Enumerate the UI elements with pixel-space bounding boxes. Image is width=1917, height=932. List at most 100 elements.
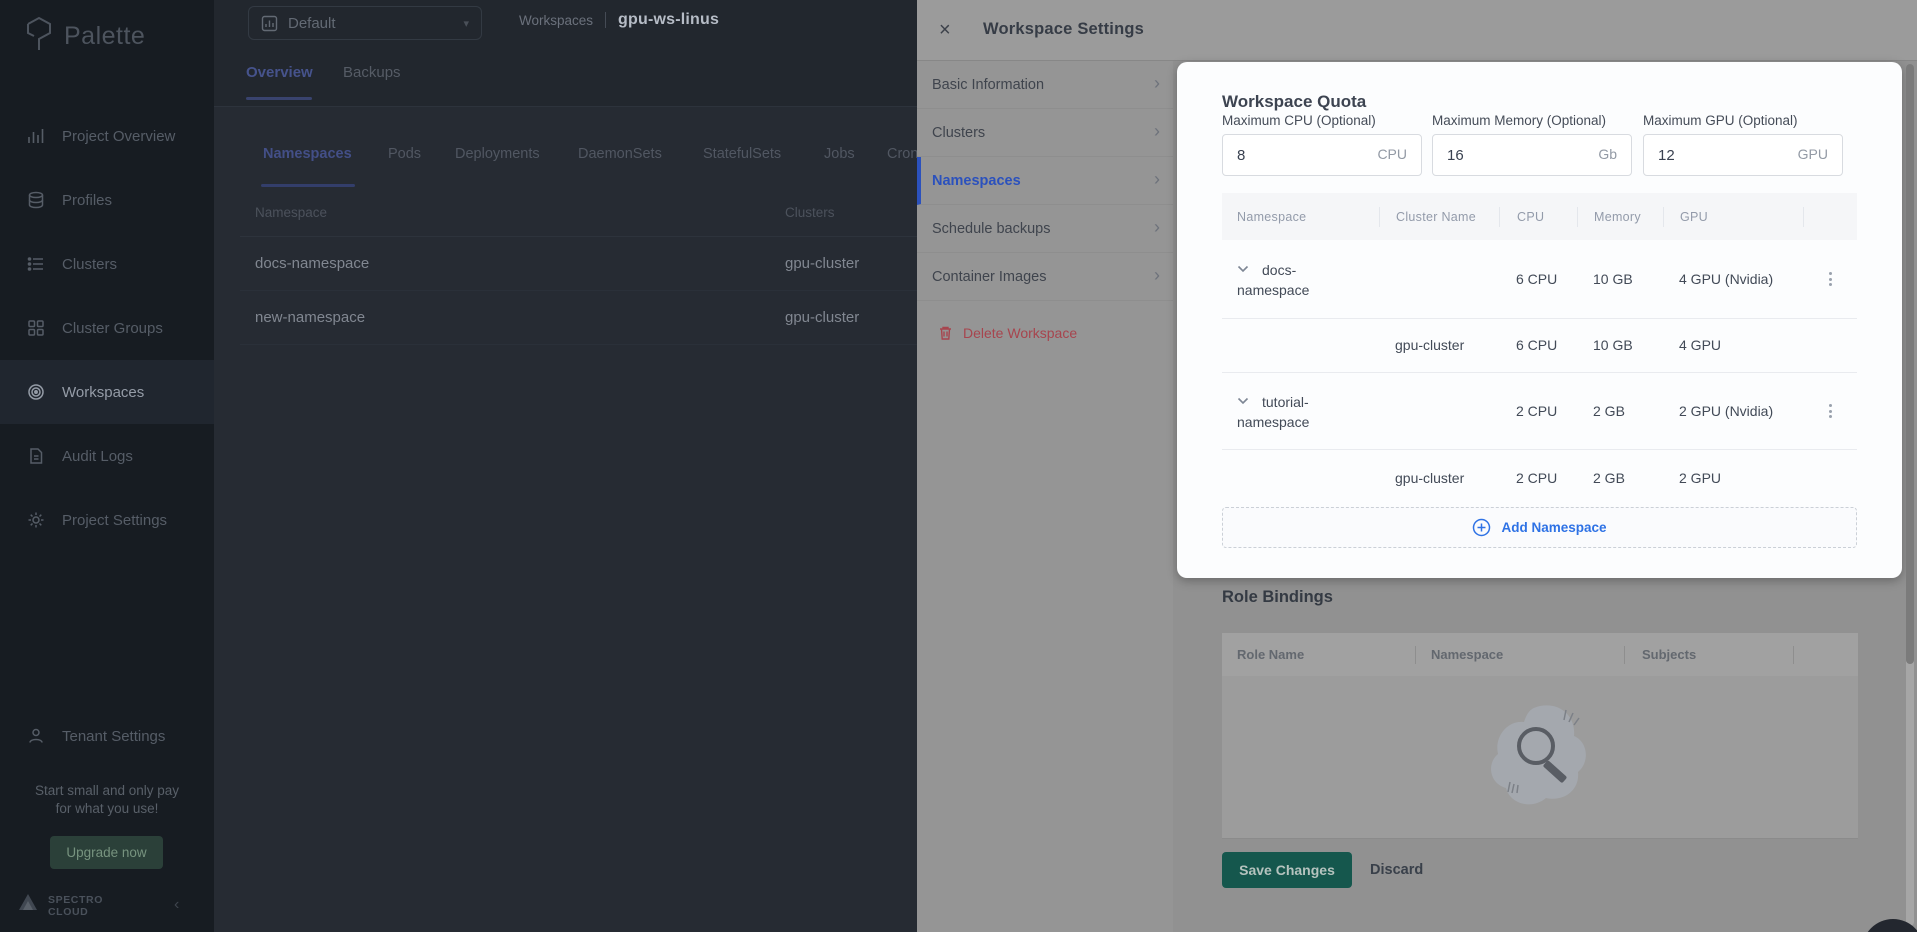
- project-icon: [261, 15, 278, 32]
- breadcrumb-section[interactable]: Workspaces: [519, 13, 593, 28]
- sidebar-item-clusters[interactable]: Clusters: [0, 232, 214, 296]
- menu-item-label: Clusters: [932, 125, 985, 141]
- column-header-actions: [1793, 646, 1858, 664]
- cluster-cell: gpu-cluster: [785, 309, 859, 326]
- tab-daemonsets[interactable]: DaemonSets: [578, 146, 662, 162]
- workspace-settings-drawer: × Workspace Settings Basic Information ›…: [917, 0, 1917, 932]
- document-icon: [26, 447, 46, 465]
- sidebar-item-project-settings[interactable]: Project Settings: [0, 488, 214, 552]
- chevron-right-icon: ›: [1154, 217, 1160, 238]
- sidebar-item-label: Audit Logs: [62, 448, 133, 465]
- palette-logo-icon: [24, 16, 54, 57]
- list-icon: [26, 255, 46, 273]
- discard-button[interactable]: Discard: [1370, 852, 1423, 888]
- spectro-cloud-text: SPECTRO CLOUD: [48, 894, 103, 918]
- memory-cell: 2 GB: [1577, 468, 1663, 488]
- menu-item-basic-information[interactable]: Basic Information ›: [917, 61, 1173, 109]
- menu-item-schedule-backups[interactable]: Schedule backups ›: [917, 205, 1173, 253]
- column-header-subjects: Subjects: [1624, 646, 1793, 664]
- sidebar-item-label: Clusters: [62, 256, 117, 273]
- row-menu-icon[interactable]: [1803, 404, 1857, 418]
- bar-chart-icon: [26, 127, 46, 145]
- namespace-quota-table: Namespace Cluster Name CPU Memory GPU do…: [1222, 193, 1857, 507]
- tab-statefulsets[interactable]: StatefulSets: [703, 146, 781, 162]
- sidebar-item-project-overview[interactable]: Project Overview: [0, 104, 214, 168]
- column-header-namespace: Namespace: [1415, 646, 1624, 664]
- chevron-down-icon[interactable]: [1237, 390, 1249, 410]
- max-gpu-input[interactable]: [1644, 135, 1774, 175]
- max-memory-input[interactable]: [1433, 135, 1563, 175]
- save-changes-button[interactable]: Save Changes: [1222, 852, 1352, 888]
- gpu-unit-label: GPU: [1798, 146, 1828, 162]
- sidebar: Palette Project Overview: [0, 0, 214, 932]
- drawer-body: Workspace Quota Maximum CPU (Optional) M…: [1173, 61, 1917, 932]
- plus-circle-icon: [1472, 518, 1491, 537]
- sidebar-item-profiles[interactable]: Profiles: [0, 168, 214, 232]
- menu-item-namespaces[interactable]: Namespaces ›: [917, 157, 1173, 205]
- gpu-cell: 2 GPU: [1663, 468, 1803, 488]
- tab-deployments[interactable]: Deployments: [455, 146, 540, 162]
- tab-namespaces[interactable]: Namespaces: [263, 146, 352, 162]
- column-header-cpu: CPU: [1499, 207, 1577, 227]
- chevron-right-icon: ›: [1154, 169, 1160, 190]
- breadcrumb: Workspaces gpu-ws-linus: [519, 11, 719, 29]
- grid-icon: [26, 319, 46, 337]
- gpu-cell: 4 GPU: [1663, 335, 1803, 355]
- menu-item-container-images[interactable]: Container Images ›: [917, 253, 1173, 301]
- gear-icon: [26, 511, 46, 529]
- chevron-right-icon: ›: [1154, 121, 1160, 142]
- memory-unit-label: Gb: [1598, 146, 1617, 162]
- trash-icon: [938, 325, 953, 341]
- gpu-cell: 2 GPU (Nvidia): [1663, 401, 1803, 421]
- sidebar-item-audit-logs[interactable]: Audit Logs: [0, 424, 214, 488]
- chevron-down-icon[interactable]: [1237, 258, 1249, 278]
- tab-backups[interactable]: Backups: [343, 64, 401, 81]
- max-cpu-label: Maximum CPU (Optional): [1222, 113, 1376, 128]
- namespace-cell: docs-namespace: [255, 255, 369, 272]
- max-gpu-label: Maximum GPU (Optional): [1643, 113, 1798, 128]
- sidebar-item-label: Project Overview: [62, 128, 175, 145]
- quota-row-docs-namespace: docs-namespace 6 CPU 10 GB 4 GPU (Nvidia…: [1222, 240, 1857, 318]
- menu-item-label: Schedule backups: [932, 221, 1051, 237]
- sidebar-item-tenant-settings[interactable]: Tenant Settings: [0, 712, 214, 760]
- cpu-cell: 6 CPU: [1499, 269, 1577, 289]
- sidebar-item-label: Workspaces: [62, 384, 144, 401]
- max-memory-field-wrap: Gb: [1432, 134, 1632, 176]
- tab-overview[interactable]: Overview: [246, 64, 313, 81]
- active-tab-underline: [246, 97, 312, 100]
- column-header-gpu: GPU: [1663, 207, 1803, 227]
- sidebar-item-workspaces[interactable]: Workspaces: [0, 360, 214, 424]
- scrollbar-thumb[interactable]: [1906, 64, 1914, 664]
- row-menu-icon[interactable]: [1803, 272, 1857, 286]
- quota-row-gpu-cluster: gpu-cluster 6 CPU 10 GB 4 GPU: [1222, 318, 1857, 372]
- project-selector[interactable]: Default ▾: [248, 6, 482, 40]
- max-cpu-input[interactable]: [1223, 135, 1353, 175]
- cpu-cell: 2 CPU: [1499, 468, 1577, 488]
- sidebar-item-label: Tenant Settings: [62, 728, 165, 745]
- search-empty-illustration: [1480, 698, 1600, 821]
- delete-workspace-button[interactable]: Delete Workspace: [917, 309, 1173, 357]
- settings-menu: Basic Information › Clusters › Namespace…: [917, 61, 1173, 301]
- menu-item-label: Container Images: [932, 269, 1046, 285]
- column-header-actions: [1803, 207, 1857, 227]
- column-header-namespace: Namespace: [1222, 207, 1379, 227]
- upsell-message: Start small and only pay for what you us…: [0, 782, 214, 818]
- palette-logo: Palette: [24, 16, 145, 57]
- quota-table-header: Namespace Cluster Name CPU Memory GPU: [1222, 193, 1857, 240]
- sidebar-item-label: Profiles: [62, 192, 112, 209]
- sidebar-item-cluster-groups[interactable]: Cluster Groups: [0, 296, 214, 360]
- close-icon[interactable]: ×: [939, 17, 951, 43]
- layers-icon: [26, 191, 46, 209]
- add-namespace-button[interactable]: Add Namespace: [1222, 507, 1857, 548]
- spectro-cloud-icon: [16, 891, 40, 920]
- cluster-cell: gpu-cluster: [1379, 468, 1499, 488]
- upgrade-now-button[interactable]: Upgrade now: [50, 836, 163, 869]
- drawer-scrollbar[interactable]: [1906, 64, 1914, 926]
- sidebar-collapse-icon[interactable]: ‹: [174, 896, 179, 914]
- memory-cell: 2 GB: [1577, 401, 1663, 421]
- menu-item-clusters[interactable]: Clusters ›: [917, 109, 1173, 157]
- tab-pods[interactable]: Pods: [388, 146, 421, 162]
- tab-jobs[interactable]: Jobs: [824, 146, 855, 162]
- quota-heading: Workspace Quota: [1222, 92, 1366, 112]
- role-bindings-table-header: Role Name Namespace Subjects: [1222, 633, 1858, 676]
